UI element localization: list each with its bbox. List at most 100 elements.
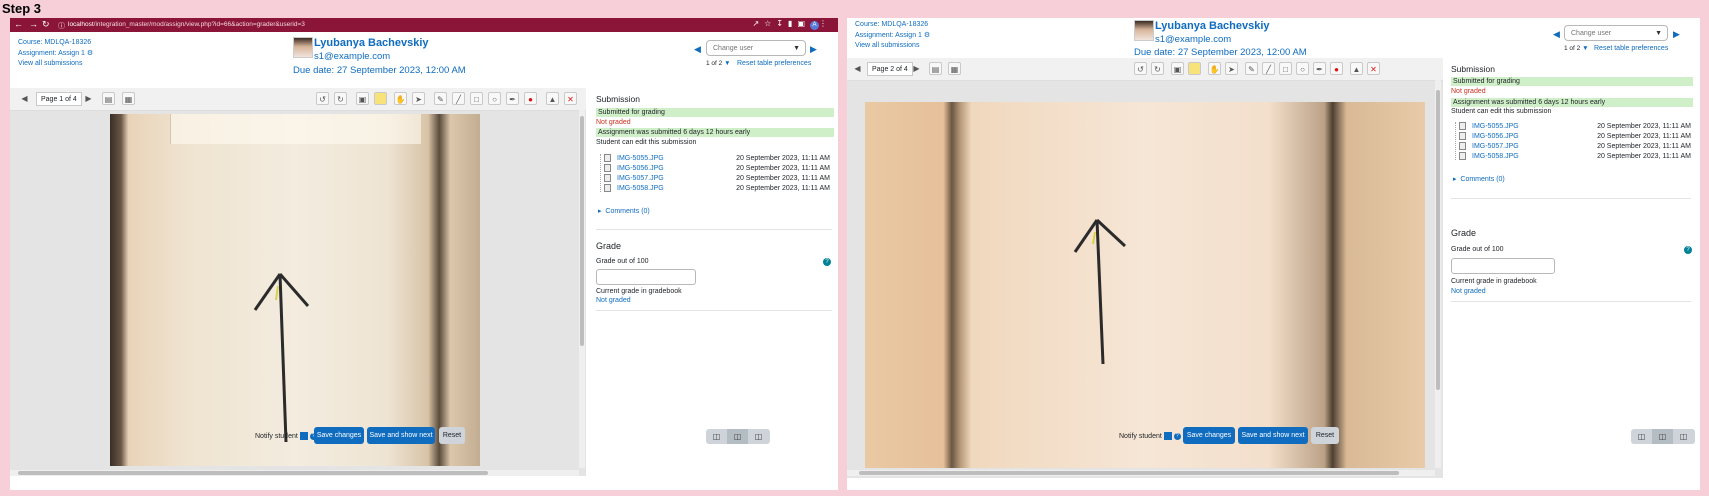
viewer-vertical-scrollbar[interactable] [579,110,585,468]
view-all-link[interactable]: View all submissions [855,41,930,52]
download-icon[interactable]: ↧ [776,19,788,28]
help-icon[interactable]: ? [1684,246,1692,254]
assignment-link[interactable]: Assignment: Assign 1 [855,32,922,39]
search-comments-icon[interactable]: ▤ [102,92,115,105]
notify-checkbox[interactable] [1163,432,1172,440]
notify-student[interactable]: Notify student? [1119,432,1181,440]
collapse-grade-icon[interactable]: ◫ [1673,429,1694,444]
gradebook-value[interactable]: Not graded [596,297,631,304]
rotate-right-icon[interactable]: ↻ [334,92,347,105]
star-icon[interactable]: ☆ [764,19,776,28]
line-icon[interactable]: ╱ [452,92,465,105]
pen-icon[interactable]: ✒ [1313,62,1326,75]
help-icon[interactable]: ? [1173,432,1181,440]
select-icon[interactable]: ➤ [1225,62,1238,75]
pan-icon[interactable]: ✋ [394,92,407,105]
default-layout-icon[interactable]: ◫ [727,429,748,444]
rotate-right-icon[interactable]: ↻ [1151,62,1164,75]
user-name[interactable]: Lyubanya Bachevskiy [314,37,429,49]
next-page-icon[interactable]: ▶ [82,92,95,105]
next-user-icon[interactable]: ▶ [810,44,817,55]
prev-page-icon[interactable]: ◀ [851,62,864,75]
expand-comments-icon[interactable]: ▦ [122,92,135,105]
user-email[interactable]: s1@example.com [1155,34,1231,45]
rectangle-icon[interactable]: □ [470,92,483,105]
menu-icon[interactable]: ⋮ [819,19,832,28]
gradebook-value[interactable]: Not graded [1451,288,1486,295]
comments-toggle[interactable]: ▸ Comments (0) [598,207,650,215]
notify-student[interactable]: Notify student? [255,432,317,440]
color-swatch-icon[interactable] [1188,62,1201,75]
file-link[interactable]: IMG-5055.JPG [617,155,664,162]
file-link[interactable]: IMG-5057.JPG [617,175,664,182]
file-link[interactable]: IMG-5058.JPG [617,185,664,192]
page-select[interactable]: Page 1 of 4 [36,92,82,106]
delete-icon[interactable]: ✕ [564,92,577,105]
line-icon[interactable]: ╱ [1262,62,1275,75]
file-link[interactable]: IMG-5057.JPG [1472,143,1519,150]
search-comments-icon[interactable]: ▤ [929,62,942,75]
extensions-icon[interactable]: ▣ [797,19,810,28]
save-and-next-button[interactable]: Save and show next [1238,427,1308,444]
pen-icon[interactable]: ✒ [506,92,519,105]
filter-icon[interactable]: ▼ [1582,45,1588,52]
next-page-icon[interactable]: ▶ [910,62,923,75]
highlight-icon[interactable]: ● [1330,62,1343,75]
reload-icon[interactable]: ↻ [42,19,50,30]
reset-button[interactable]: Reset [1311,427,1339,444]
stamp-picker-icon[interactable]: ✎ [434,92,447,105]
filter-icon[interactable]: ▼ [724,60,730,67]
stamp-icon[interactable]: ▲ [1350,62,1363,75]
collapse-review-icon[interactable]: ◫ [706,429,727,444]
oval-icon[interactable]: ○ [1296,62,1309,75]
rectangle-icon[interactable]: □ [1279,62,1292,75]
reset-button[interactable]: Reset [439,427,465,444]
file-link[interactable]: IMG-5056.JPG [617,165,664,172]
course-link[interactable]: Course: MDLQA-18326 [855,20,930,31]
select-icon[interactable]: ➤ [412,92,425,105]
next-user-icon[interactable]: ▶ [1673,29,1680,40]
user-name[interactable]: Lyubanya Bachevskiy [1155,20,1270,32]
help-icon[interactable]: ? [823,258,831,266]
pan-icon[interactable]: ✋ [1208,62,1221,75]
prev-user-icon[interactable]: ◀ [1553,29,1560,40]
reset-table-link[interactable]: Reset table preferences [737,60,811,67]
gear-icon[interactable]: ⚙ [87,50,93,57]
delete-icon[interactable]: ✕ [1367,62,1380,75]
comment-icon[interactable]: ▣ [1171,62,1184,75]
assignment-link[interactable]: Assignment: Assign 1 [18,50,85,57]
prev-user-icon[interactable]: ◀ [694,44,701,55]
file-link[interactable]: IMG-5056.JPG [1472,133,1519,140]
grade-input[interactable] [596,269,696,285]
address-bar[interactable]: localhost/integration_master/mod/assign/… [68,21,305,28]
back-icon[interactable]: ← [14,19,23,29]
color-swatch-icon[interactable] [374,92,387,105]
site-info-icon[interactable]: ⓘ [58,21,65,31]
share-icon[interactable]: ↗ [752,19,764,28]
reset-table-link[interactable]: Reset table preferences [1594,45,1668,52]
save-button[interactable]: Save changes [1183,427,1235,444]
rotate-left-icon[interactable]: ↺ [1134,62,1147,75]
change-user-select[interactable]: Change user ▼ [706,40,806,56]
file-link[interactable]: IMG-5058.JPG [1472,153,1519,160]
prev-page-icon[interactable]: ◀ [18,92,31,105]
rotate-left-icon[interactable]: ↺ [316,92,329,105]
viewer-horizontal-scrollbar[interactable] [847,470,1435,476]
stamp-picker-icon[interactable]: ✎ [1245,62,1258,75]
viewer-vertical-scrollbar[interactable] [1435,80,1441,468]
change-user-select[interactable]: Change user ▼ [1564,25,1668,41]
comment-icon[interactable]: ▣ [356,92,369,105]
default-layout-icon[interactable]: ◫ [1652,429,1673,444]
comments-toggle[interactable]: ▸ Comments (0) [1453,175,1505,183]
stamp-icon[interactable]: ▲ [546,92,559,105]
page-select[interactable]: Page 2 of 4 [867,62,913,76]
notify-checkbox[interactable] [299,432,308,440]
save-and-next-button[interactable]: Save and show next [367,427,435,444]
profile-avatar[interactable]: A [810,21,819,30]
user-email[interactable]: s1@example.com [314,51,390,62]
forward-icon[interactable]: → [29,19,38,29]
file-link[interactable]: IMG-5055.JPG [1472,123,1519,130]
grade-input[interactable] [1451,258,1555,274]
course-link[interactable]: Course: MDLQA-18326 [18,38,93,49]
oval-icon[interactable]: ○ [488,92,501,105]
